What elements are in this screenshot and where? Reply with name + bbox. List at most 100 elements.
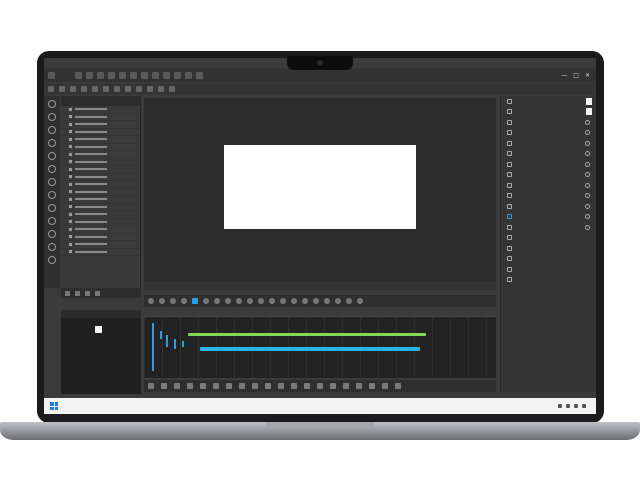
footer-tool[interactable]	[343, 383, 349, 389]
visibility-icon[interactable]	[69, 115, 72, 119]
timeline-panel[interactable]	[144, 316, 496, 379]
timeline-tool[interactable]	[181, 298, 187, 304]
color-swatch[interactable]	[586, 97, 592, 105]
toggle-icon[interactable]	[585, 193, 590, 199]
battery-icon[interactable]	[582, 404, 586, 408]
menu-icon[interactable]	[108, 71, 115, 79]
footer-tool[interactable]	[187, 383, 193, 389]
timeline-tool[interactable]	[357, 298, 363, 304]
property-row[interactable]	[501, 201, 596, 212]
layer-row[interactable]	[61, 241, 140, 249]
property-row[interactable]	[501, 222, 596, 233]
visibility-icon[interactable]	[69, 242, 72, 246]
toggle-icon[interactable]	[585, 140, 590, 146]
timeline-tool-active[interactable]	[192, 298, 198, 304]
visibility-icon[interactable]	[69, 145, 72, 149]
timeline-track-green[interactable]	[188, 333, 426, 336]
property-row[interactable]	[501, 149, 596, 160]
layer-row[interactable]	[61, 121, 140, 129]
playhead-marker[interactable]	[152, 323, 154, 371]
tool-icon[interactable]	[48, 178, 56, 186]
menu-icon[interactable]	[75, 71, 82, 79]
layer-row[interactable]	[61, 159, 140, 166]
layer-row[interactable]	[61, 234, 140, 241]
property-row[interactable]	[501, 243, 596, 254]
tool-icon[interactable]	[48, 217, 56, 225]
volume-icon[interactable]	[574, 404, 578, 408]
tool-icon[interactable]	[48, 230, 56, 238]
tool-icon[interactable]	[48, 243, 56, 251]
footer-tool[interactable]	[252, 383, 258, 389]
visibility-icon[interactable]	[69, 205, 72, 209]
footer-tool[interactable]	[265, 383, 271, 389]
timeline-tool[interactable]	[291, 298, 297, 304]
property-row[interactable]	[501, 212, 596, 223]
property-row[interactable]	[501, 128, 596, 139]
tool-icon[interactable]	[48, 204, 56, 212]
tool-icon[interactable]	[48, 139, 56, 147]
visibility-icon[interactable]	[69, 107, 72, 111]
keyframe-marker[interactable]	[160, 331, 162, 339]
property-row[interactable]	[501, 180, 596, 191]
maximize-button[interactable]: □	[573, 72, 579, 79]
visibility-icon[interactable]	[69, 130, 72, 134]
toggle-icon[interactable]	[585, 172, 590, 178]
minimize-button[interactable]: —	[561, 72, 567, 79]
keyframe-marker[interactable]	[174, 339, 176, 349]
timeline-tool[interactable]	[236, 298, 242, 304]
menu-icon[interactable]	[163, 71, 170, 79]
visibility-icon[interactable]	[69, 220, 72, 224]
footer-tool[interactable]	[174, 383, 180, 389]
layer-row[interactable]	[61, 114, 140, 121]
layer-row[interactable]	[61, 136, 140, 144]
layer-row[interactable]	[61, 166, 140, 174]
tool-button[interactable]	[59, 86, 65, 92]
toggle-icon[interactable]	[585, 161, 590, 167]
timeline-tool[interactable]	[258, 298, 264, 304]
layer-row[interactable]	[61, 219, 140, 226]
tool-button[interactable]	[158, 86, 164, 92]
menu-icon[interactable]	[97, 71, 104, 79]
close-button[interactable]: ✕	[585, 72, 590, 79]
footer-tool[interactable]	[278, 383, 284, 389]
tool-button[interactable]	[169, 86, 175, 92]
visibility-icon[interactable]	[69, 167, 72, 171]
toggle-icon[interactable]	[585, 151, 590, 157]
footer-tool[interactable]	[161, 383, 167, 389]
keyframe-marker[interactable]	[166, 335, 168, 347]
property-row[interactable]	[501, 159, 596, 170]
toggle-icon[interactable]	[585, 119, 590, 125]
menu-icon[interactable]	[152, 71, 159, 79]
timeline-tool[interactable]	[148, 298, 154, 304]
visibility-icon[interactable]	[69, 182, 72, 186]
layer-row[interactable]	[61, 189, 140, 196]
layer-row[interactable]	[61, 196, 140, 204]
footer-tool[interactable]	[356, 383, 362, 389]
layer-row[interactable]	[61, 249, 140, 256]
property-row[interactable]	[501, 117, 596, 128]
layer-row[interactable]	[61, 181, 140, 189]
tool-icon[interactable]	[48, 191, 56, 199]
property-row[interactable]	[501, 233, 596, 244]
layer-row[interactable]	[61, 211, 140, 219]
layer-row[interactable]	[61, 151, 140, 159]
timeline-tool[interactable]	[247, 298, 253, 304]
tool-icon[interactable]	[48, 100, 56, 108]
tool-button[interactable]	[81, 86, 87, 92]
wifi-icon[interactable]	[566, 404, 570, 408]
tool-icon[interactable]	[48, 152, 56, 160]
footer-tool[interactable]	[213, 383, 219, 389]
property-row[interactable]	[501, 138, 596, 149]
timeline-tool[interactable]	[225, 298, 231, 304]
visibility-icon[interactable]	[69, 212, 72, 216]
duplicate-icon[interactable]	[85, 290, 90, 296]
toggle-icon[interactable]	[585, 203, 590, 209]
folder-icon[interactable]	[75, 290, 80, 296]
property-row[interactable]	[501, 107, 596, 118]
timeline-tool[interactable]	[214, 298, 220, 304]
footer-tool[interactable]	[239, 383, 245, 389]
menu-icon[interactable]	[196, 71, 203, 79]
property-row[interactable]	[501, 264, 596, 275]
timeline-tool[interactable]	[335, 298, 341, 304]
delete-icon[interactable]	[95, 290, 100, 296]
